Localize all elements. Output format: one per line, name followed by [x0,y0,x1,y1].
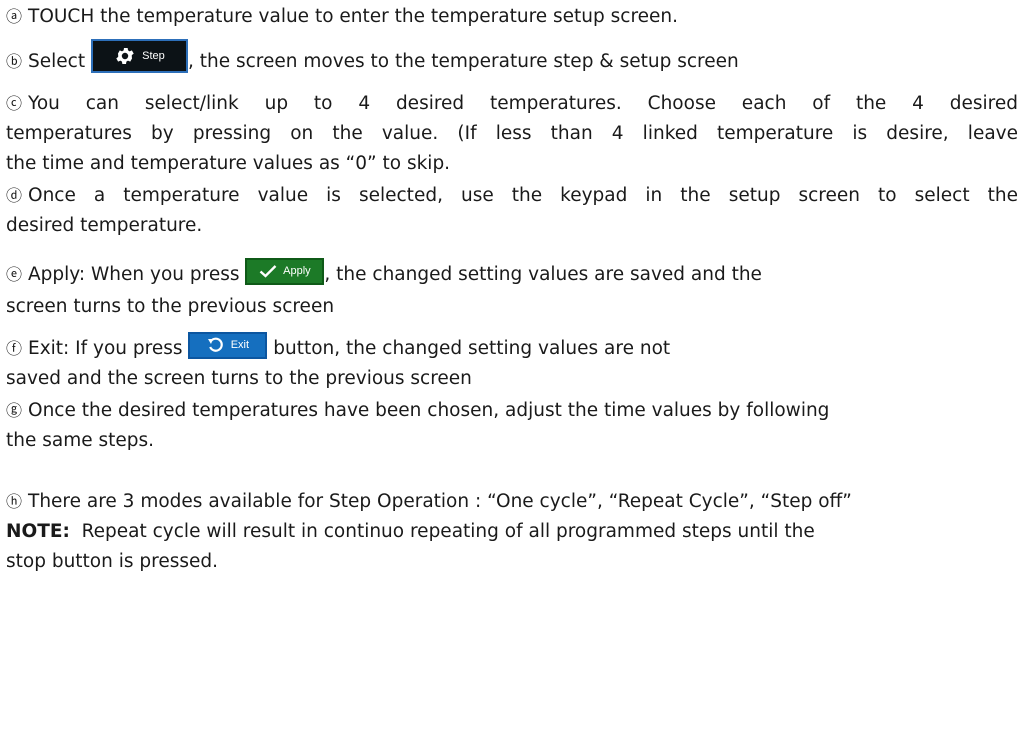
item-marker: ⓐ [6,7,23,26]
item-text: Once the desired temperatures have been … [28,400,830,421]
item-text-post: , the changed setting values are saved a… [324,264,762,285]
step-button-label: Step [142,50,165,62]
exit-button-image: Exit [188,331,268,359]
item-text-pre: Exit: If you press [28,338,183,359]
item-e-line2: screen turns to the previous screen [6,295,334,319]
item-h: ⓗ There are 3 modes available for Step Op… [6,490,852,514]
item-marker: ⓓ [6,186,23,205]
note-line2: stop button is pressed. [6,550,218,574]
step-button-image: Step [90,39,188,73]
item-text: There are 3 modes available for Step Ope… [28,491,852,512]
item-text: screen turns to the previous screen [6,296,335,317]
item-f-line1: ⓕ Exit: If you press Exit button, the cha… [6,331,671,361]
item-f-line2: saved and the screen turns to the previo… [6,367,472,391]
item-c-line1: ⓒ You can select/link up to 4 desired tem… [6,92,1018,116]
note-text: stop button is pressed. [6,551,219,572]
item-e-line1: ⓔ Apply: When you press Apply , the chang… [6,257,762,287]
item-text: You can select/link up to 4 desired temp… [28,93,1018,114]
item-text: the time and temperature values as “0” t… [6,153,451,174]
undo-icon [207,337,223,352]
item-marker: ⓔ [6,265,23,284]
apply-button-label: Apply [283,265,311,277]
item-g-line1: ⓖ Once the desired temperatures have been… [6,399,829,423]
item-marker: ⓕ [6,339,23,358]
item-text-post: , the screen moves to the temperature st… [187,51,739,72]
item-text-pre: Select [28,51,86,72]
item-text: TOUCH the temperature value to enter the… [28,6,679,27]
item-d-line2: desired temperature. [6,214,202,238]
gear-icon [116,48,134,64]
item-text: the same steps. [6,430,155,451]
note-text: Repeat cycle will result in continuo rep… [69,521,815,542]
item-c-line2: temperatures by pressing on the value. (… [6,122,1018,146]
note-label: NOTE: [6,521,70,542]
item-text: desired temperature. [6,215,203,236]
item-b: ⓑ Select Step , the screen moves to the t… [6,39,739,74]
item-c-line3: the time and temperature values as “0” t… [6,152,450,176]
item-text: temperatures by pressing on the value. (… [6,123,1018,144]
item-text-post: button, the changed setting values are n… [273,338,671,359]
item-d-line1: ⓓ Once a temperature value is selected, u… [6,184,1018,208]
item-text: Once a temperature value is selected, us… [28,185,1018,206]
item-marker: ⓗ [6,492,23,511]
item-text: saved and the screen turns to the previo… [6,368,472,389]
item-text-pre: Apply: When you press [28,264,240,285]
item-marker: ⓑ [6,52,23,71]
item-marker: ⓒ [6,94,23,113]
exit-button-label: Exit [230,339,250,351]
note-line1: NOTE: Repeat cycle will result in contin… [6,520,815,544]
item-g-line2: the same steps. [6,429,154,453]
check-icon [259,265,277,278]
item-marker: ⓖ [6,401,23,420]
apply-button-image: Apply [245,257,325,285]
item-a: ⓐ TOUCH the temperature value to enter th… [6,5,678,29]
